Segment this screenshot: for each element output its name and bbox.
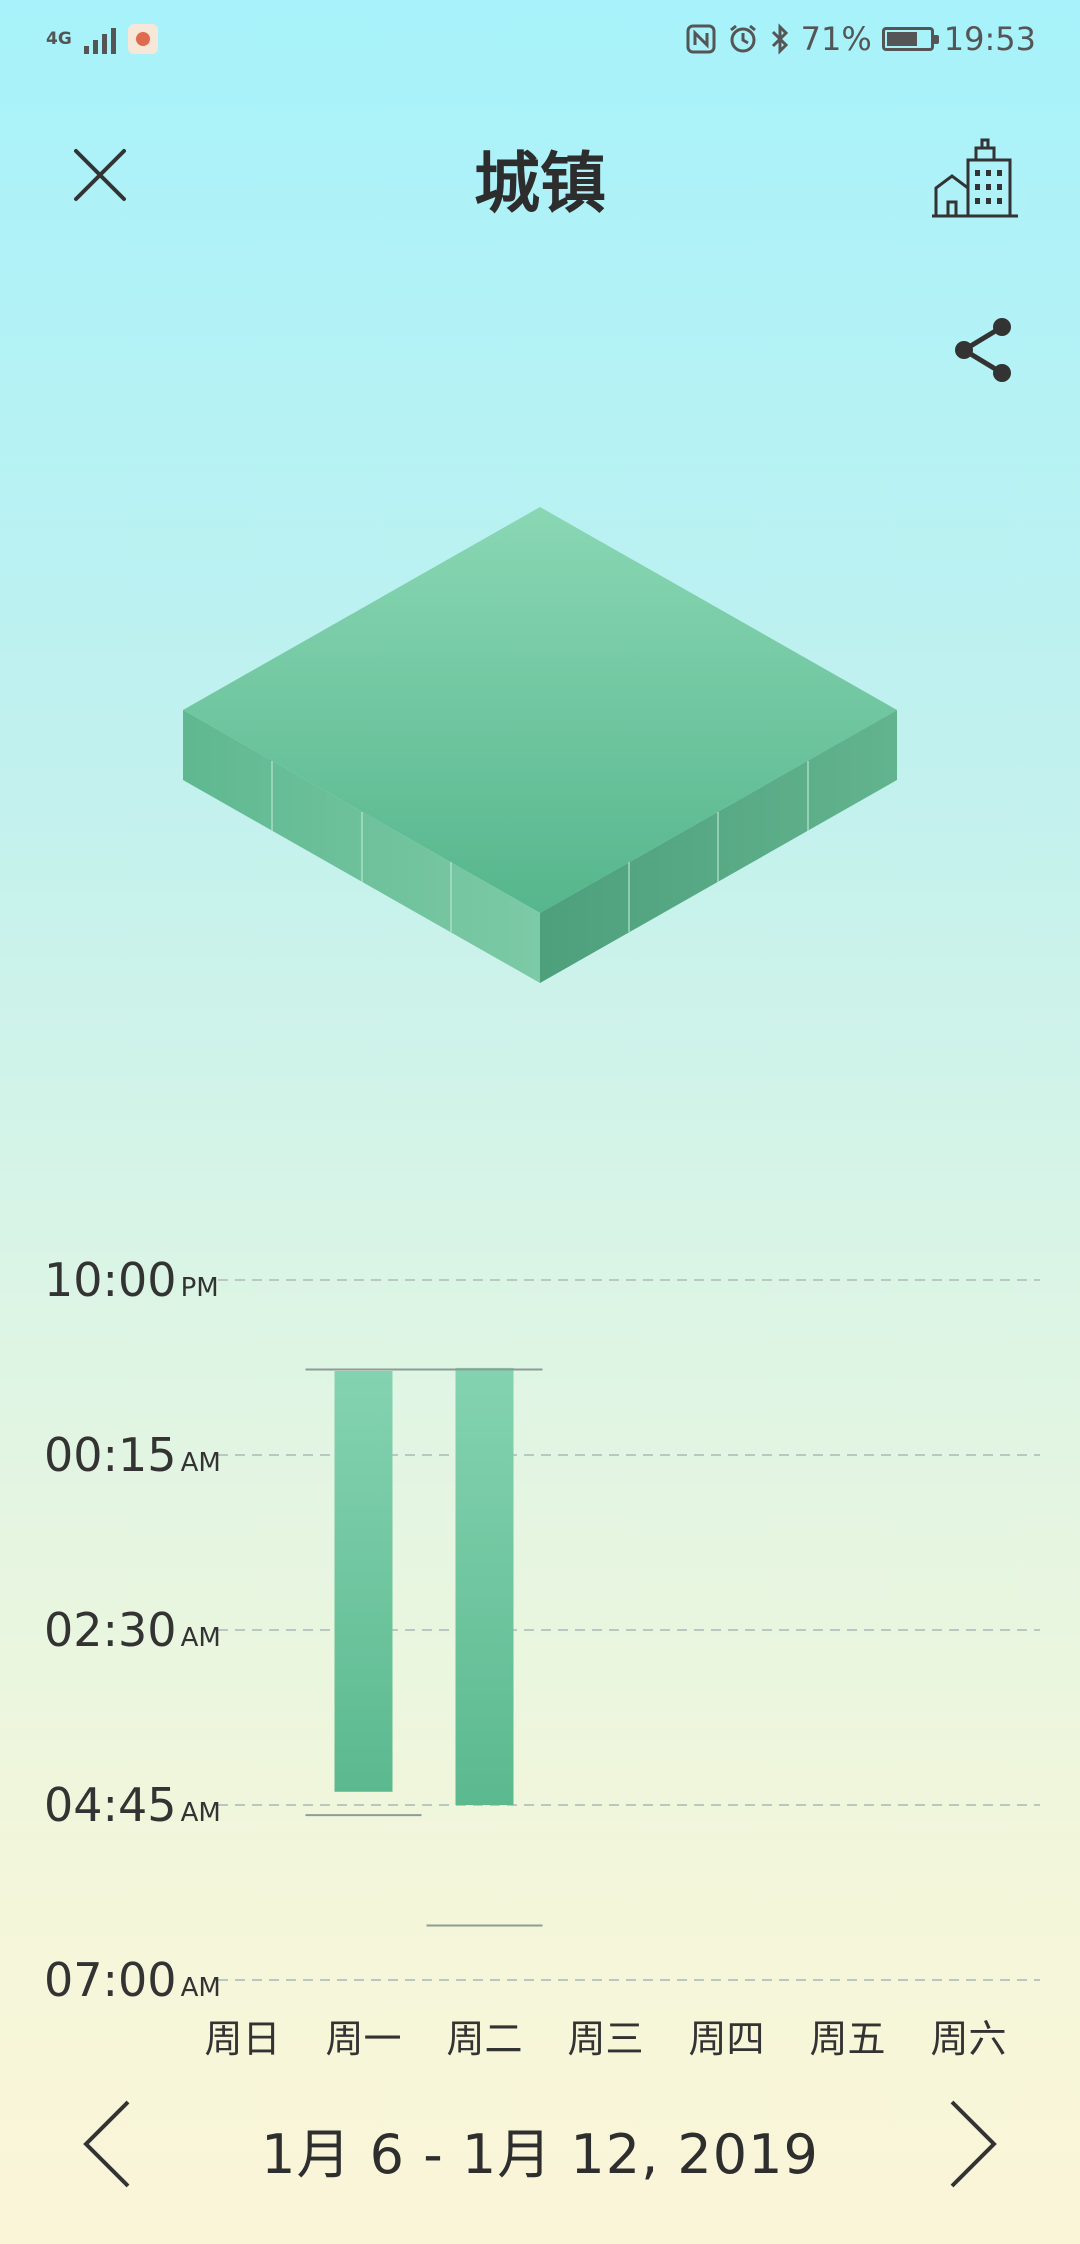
alarm-icon [729,24,756,53]
x-tick-label: 周五 [809,2017,885,2061]
x-tick-label: 周四 [688,2017,764,2061]
x-tick-label: 周六 [930,2017,1006,2061]
chevron-right-icon[interactable] [930,2094,1010,2194]
y-tick-label: 00:15 AM [44,1428,221,1482]
status-left: 4G [46,24,158,54]
share-icon[interactable] [950,315,1020,385]
battery-percent: 71% [800,20,872,58]
signal-icon [83,24,116,54]
page-title: 城镇 [474,145,606,222]
y-tick-label: 02:30 AM [44,1603,221,1657]
date-range-label: 1月 6 - 1月 12, 2019 [261,2123,819,2186]
y-tick-label: 07:00 AM [44,1953,221,2007]
app-notification-icon [127,24,158,54]
status-right: 71% 19:53 [685,20,1036,58]
x-tick-label: 周三 [567,2017,643,2061]
sleep-bar[interactable] [455,1367,514,1805]
battery-icon [881,27,939,51]
town-plot-illustration [183,507,897,983]
x-tick-label: 周一 [325,2017,401,2061]
status-bar: 4G 71% 19:53 [0,0,1080,86]
date-range-bar: 1月 6 - 1月 12, 2019 [0,2090,1080,2200]
city-buildings-icon[interactable] [930,130,1020,220]
clock: 19:53 [943,20,1036,58]
battery-fill [886,32,917,46]
y-tick-label: 04:45 AM [44,1778,221,1832]
x-tick-label: 周日 [204,2017,280,2061]
bluetooth-icon [771,23,788,55]
nfc-icon [686,24,716,54]
sleep-bar[interactable] [334,1371,393,1792]
sleep-chart: 10:00 PM 00:15 AM 02:30 AM 04:45 AM 07:00 AM 周日 周一 周… [44,1253,1040,2061]
network-type: 4G [46,29,72,49]
plot-top-face [183,507,897,913]
y-tick-label: 10:00 PM [44,1253,219,1307]
x-tick-label: 周二 [446,2017,522,2061]
